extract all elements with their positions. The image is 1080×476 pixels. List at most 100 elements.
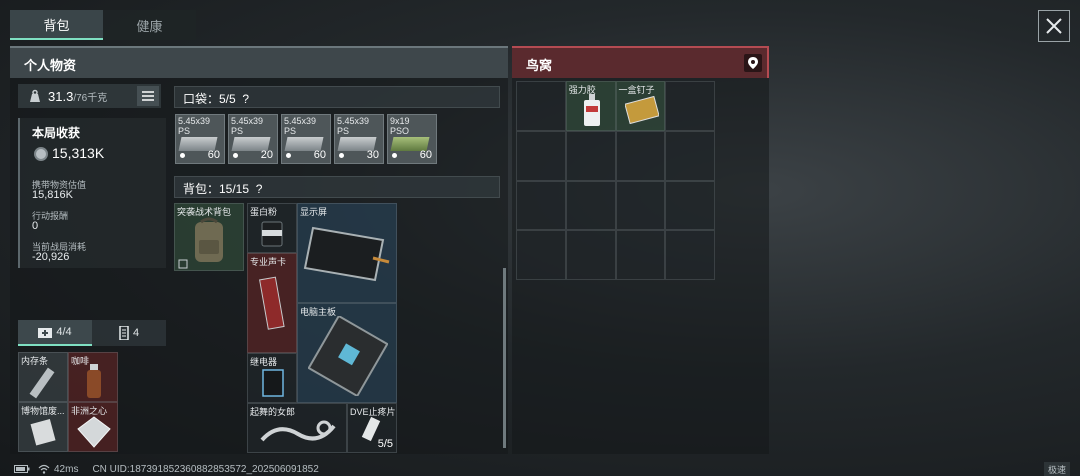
item-slot[interactable]: 内存条 [18, 352, 68, 402]
ammo-name: 5.45x39 PS [178, 116, 211, 136]
grid-cell[interactable] [516, 230, 566, 280]
backpack-item[interactable]: 继电器 [247, 353, 297, 403]
grid-cell[interactable] [665, 130, 715, 181]
stat-value: -20,926 [32, 251, 70, 263]
tab-magazine[interactable]: 4 [92, 320, 166, 346]
nest-title: 鸟窝 [526, 58, 553, 73]
raid-summary: 本局收获 15,313K 携带物资估值 15,816K 行动报酬 0 当前战局消… [18, 118, 166, 268]
coin-icon [34, 147, 48, 161]
grid-cell[interactable] [665, 230, 715, 280]
grid-cell[interactable] [615, 130, 666, 181]
location-pin-icon [748, 57, 758, 69]
close-button[interactable] [1038, 10, 1070, 42]
grid-cell[interactable] [565, 230, 616, 280]
grid-cell[interactable] [516, 130, 566, 181]
diamond-icon [77, 416, 111, 448]
grid-cell[interactable] [565, 180, 616, 231]
backpack-item[interactable]: 蛋白粉 [247, 203, 297, 253]
stat-value: 0 [32, 220, 39, 232]
close-icon [1046, 18, 1062, 34]
backpack-item[interactable]: 专业声卡 [247, 253, 297, 353]
nest-header: 鸟窝 [512, 46, 769, 78]
ammo-slot[interactable]: 5.45x39 PS 20 [228, 114, 278, 164]
backpack-label: 背包：15/15 ? [183, 180, 262, 197]
magazine-count: 4 [132, 327, 140, 339]
protein-powder-icon [261, 221, 283, 247]
item-name: 显示屏 [300, 207, 328, 217]
summary-title: 本局收获 [32, 126, 81, 140]
item-name: 一盒钉子 [618, 85, 655, 95]
item-name: 博物馆废... [21, 406, 65, 416]
summary-value: 15,313K [52, 145, 105, 161]
stat-value: 15,816K [32, 189, 73, 201]
grid-cell[interactable]: 一盒钉子 [615, 81, 666, 131]
ammo-slot[interactable]: 5.45x39 PS 30 [334, 114, 384, 164]
tactical-backpack-icon [195, 217, 223, 262]
ammo-slot[interactable]: 5.45x39 PS 60 [175, 114, 225, 164]
backpack-bar: 背包：15/15 ? [174, 176, 500, 198]
backpack-item[interactable]: 电脑主板 [297, 303, 397, 403]
backpack-item[interactable]: 起舞的女郎 [247, 403, 347, 453]
ammo-dot [180, 153, 185, 158]
item-slot[interactable]: 博物馆废... [18, 402, 68, 452]
ammo-dot [392, 153, 397, 158]
medkit-count: 4/4 [56, 326, 72, 338]
grid-cell[interactable]: 强力胶 [565, 81, 616, 131]
ram-stick-icon [29, 367, 55, 399]
ammo-slot[interactable]: 5.45x39 PS 60 [281, 114, 331, 164]
medkit-icon [38, 328, 53, 338]
backpack-equipped-slot[interactable]: 突袭战术背包 [174, 203, 244, 271]
backpack-help-icon[interactable]: ? [256, 182, 263, 196]
ammo-name: 9x19 PSO [390, 116, 410, 136]
pocket-count: 口袋：5/5 [183, 92, 236, 106]
tab-medkit[interactable]: 4/4 [18, 320, 92, 346]
grid-cell[interactable] [565, 130, 616, 181]
tab-backpack[interactable]: 背包 [10, 10, 103, 40]
grid-cell[interactable] [615, 180, 666, 231]
uid-text: CN UID:1873918523608828535​72_2025060918… [92, 463, 319, 475]
glue-bottle-icon [583, 94, 600, 126]
unlink-icon [178, 259, 188, 269]
item-slot[interactable]: 非洲之心 [68, 402, 118, 452]
relay-icon [262, 369, 284, 397]
ammo-dot [233, 153, 238, 158]
battery-icon [14, 465, 30, 473]
museum-bag-icon [30, 419, 56, 446]
grid-cell[interactable] [516, 81, 566, 131]
top-tabs: 背包 健康 [10, 10, 196, 40]
wifi-icon [38, 464, 50, 474]
item-slot[interactable]: 咖啡 [68, 352, 118, 402]
coffee-bottle-icon [87, 364, 101, 398]
ammo-slot[interactable]: 9x19 PSO 60 [387, 114, 437, 164]
grid-cell[interactable] [665, 81, 715, 131]
sound-card-icon [259, 276, 285, 330]
motherboard-icon [308, 316, 388, 396]
ammo-count: 60 [207, 149, 220, 161]
speed-badge: 极速 [1043, 462, 1070, 476]
list-view-button[interactable] [137, 86, 159, 106]
status-bar: 42ms CN UID:1873918523608828535​72_20250… [14, 462, 319, 476]
item-name: 蛋白粉 [250, 207, 278, 217]
ammo-count: 60 [419, 149, 432, 161]
scrollbar[interactable] [503, 268, 506, 448]
grid-cell[interactable] [615, 230, 666, 280]
ammo-name: 5.45x39 PS [231, 116, 264, 136]
location-button[interactable] [744, 54, 762, 72]
item-name: 继电器 [250, 357, 278, 367]
pocket-bar: 口袋：5/5 ? [174, 86, 500, 108]
weight-icon [30, 89, 40, 102]
item-name: 专业声卡 [250, 257, 287, 267]
tab-health[interactable]: 健康 [103, 10, 196, 40]
ammo-count: 60 [313, 149, 326, 161]
ammo-dot [339, 153, 344, 158]
backpack-item[interactable]: 显示屏 [297, 203, 397, 303]
grid-cell[interactable] [665, 180, 715, 231]
backpack-item[interactable]: DVE止疼片 5/5 [347, 403, 397, 453]
ping-value: 42ms [54, 463, 79, 475]
list-icon [142, 91, 154, 101]
magazine-icon [119, 326, 129, 340]
nest-grid: 强力胶 一盒钉子 [516, 81, 715, 280]
pocket-help-icon[interactable]: ? [242, 92, 249, 106]
grid-cell[interactable] [516, 180, 566, 231]
ammo-name: 5.45x39 PS [284, 116, 317, 136]
